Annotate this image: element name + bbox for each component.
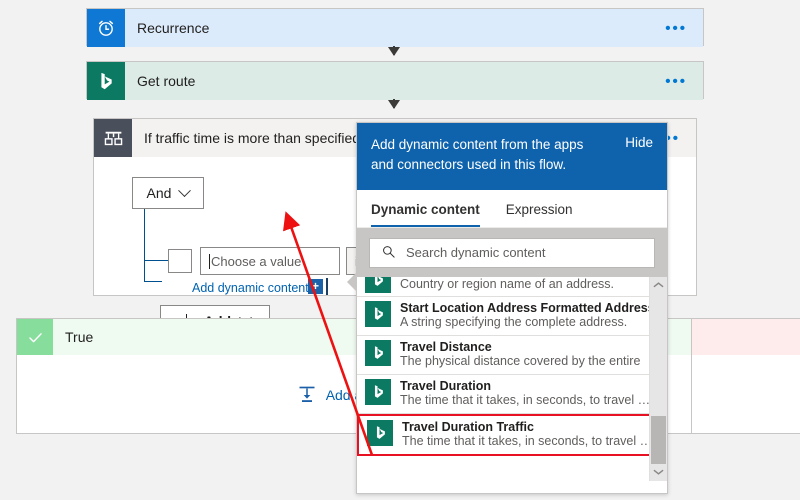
flow-branch-false[interactable] <box>676 318 800 434</box>
panel-hide-button[interactable]: Hide <box>619 135 653 150</box>
condition-operator-dropdown[interactable]: And <box>132 177 204 209</box>
search-icon <box>381 244 396 262</box>
list-item-texts: Start Location Address Formatted Address… <box>400 301 659 329</box>
condition-tree-line <box>144 209 146 281</box>
card-header: Get route ••• <box>87 62 703 100</box>
text-caret <box>209 253 210 269</box>
connector-arrow-2 <box>388 99 400 109</box>
text-cursor <box>326 278 328 295</box>
bing-maps-icon <box>367 419 393 446</box>
add-dynamic-content-link[interactable]: Add dynamic content <box>192 281 309 295</box>
choose-a-value-placeholder: Choose a value <box>211 253 302 269</box>
list-item-description: The time that it takes, in seconds, to t… <box>400 392 651 407</box>
bing-maps-icon <box>365 378 391 405</box>
bing-maps-icon <box>87 62 125 100</box>
list-item-name: Travel Duration Traffic <box>402 419 534 434</box>
card-title: Recurrence <box>137 20 210 36</box>
list-item[interactable]: Travel Distance The physical distance co… <box>357 336 667 375</box>
branch-header <box>677 319 800 355</box>
flow-card-recurrence[interactable]: Recurrence ••• <box>86 8 704 47</box>
dynamic-content-list[interactable]: Country or region name of an address. St… <box>357 276 667 481</box>
tab-dynamic-content[interactable]: Dynamic content <box>371 202 480 227</box>
list-item-name: Travel Duration <box>400 378 491 393</box>
list-item-texts: Country or region name of an address. <box>400 277 659 291</box>
connector-arrow-1 <box>388 46 400 56</box>
flow-card-get-route[interactable]: Get route ••• <box>86 61 704 100</box>
alarm-clock-icon <box>87 9 125 47</box>
list-item-texts: Travel Duration The time that it takes, … <box>400 379 659 407</box>
card-title: Get route <box>137 73 196 89</box>
bing-maps-icon <box>365 339 391 366</box>
list-item[interactable]: Travel Duration The time that it takes, … <box>357 375 667 414</box>
flow-designer-canvas: Recurrence ••• Get route ••• If traffic … <box>0 0 800 500</box>
panel-header: Add dynamic content from the apps and co… <box>357 123 667 190</box>
search-dynamic-content-input[interactable]: Search dynamic content <box>369 237 655 268</box>
condition-branch-icon <box>94 119 132 157</box>
chevron-up-icon[interactable] <box>650 277 667 294</box>
list-item-texts: Travel Duration Traffic The time that it… <box>402 420 657 448</box>
choose-a-value-input[interactable]: Choose a value <box>200 247 340 275</box>
list-item-texts: Travel Distance The physical distance co… <box>400 340 659 368</box>
list-item-name: Start Location Address Formatted Address <box>400 300 655 315</box>
bing-maps-icon <box>365 276 391 293</box>
condition-tree-branch-row <box>144 260 168 262</box>
card-header: Recurrence ••• <box>87 9 703 47</box>
list-item-name: Travel Distance <box>400 339 492 354</box>
panel-search-area: Search dynamic content <box>357 227 667 277</box>
list-item[interactable]: Start Location Address Formatted Address… <box>357 297 667 336</box>
condition-row-checkbox[interactable] <box>168 249 192 273</box>
card-menu-button[interactable]: ••• <box>649 21 703 36</box>
list-item-description: Country or region name of an address. <box>400 276 615 291</box>
scrollbar-thumb[interactable] <box>651 415 666 464</box>
chevron-down-icon[interactable] <box>650 464 667 481</box>
list-scrollbar[interactable] <box>649 276 667 481</box>
panel-tabs: Dynamic content Expression <box>357 189 667 228</box>
check-icon <box>17 319 53 355</box>
list-item-description: A string specifying the complete address… <box>400 314 628 329</box>
search-placeholder: Search dynamic content <box>406 245 546 260</box>
chevron-down-icon <box>178 183 192 197</box>
card-menu-button[interactable]: ••• <box>649 74 703 89</box>
list-item[interactable]: Country or region name of an address. <box>357 276 667 297</box>
list-item-travel-duration-traffic[interactable]: Travel Duration Traffic The time that it… <box>357 413 667 456</box>
bing-maps-icon <box>365 300 391 327</box>
list-item-description: The time that it takes, in seconds, to t… <box>402 433 653 448</box>
dynamic-content-panel: Add dynamic content from the apps and co… <box>347 122 668 494</box>
condition-operator-label: And <box>146 185 172 201</box>
condition-tree-branch-add <box>144 281 162 283</box>
tab-expression[interactable]: Expression <box>506 202 573 227</box>
list-item-description: The physical distance covered by the ent… <box>400 353 641 368</box>
panel-header-text: Add dynamic content from the apps and co… <box>371 137 584 173</box>
add-dynamic-content-badge[interactable]: + <box>308 279 323 294</box>
add-an-action-icon <box>297 384 317 407</box>
